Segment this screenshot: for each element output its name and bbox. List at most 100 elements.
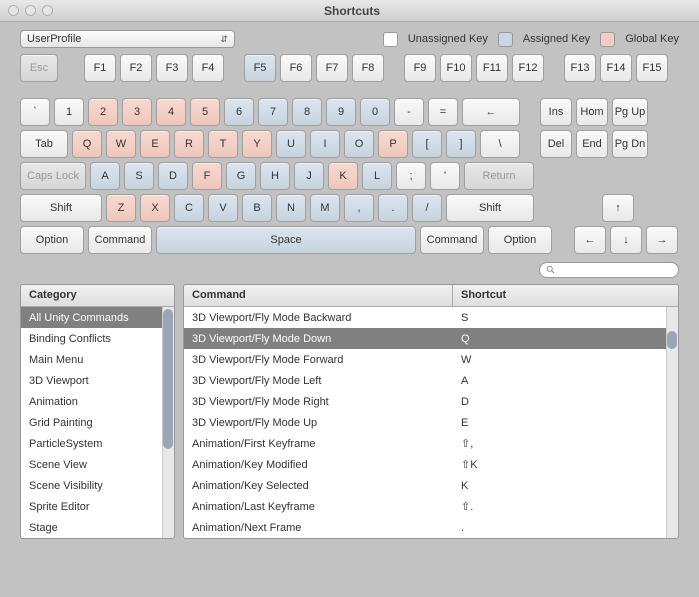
key-[interactable]: - (394, 98, 424, 126)
key-e[interactable]: E (140, 130, 170, 158)
key-m[interactable]: M (310, 194, 340, 222)
key-h[interactable]: H (260, 162, 290, 190)
category-item[interactable]: 3D Viewport (21, 370, 174, 391)
key-ins[interactable]: Ins (540, 98, 572, 126)
key-2[interactable]: 2 (88, 98, 118, 126)
command-list[interactable]: 3D Viewport/Fly Mode BackwardS3D Viewpor… (184, 307, 678, 538)
key-6[interactable]: 6 (224, 98, 254, 126)
key-3[interactable]: 3 (122, 98, 152, 126)
key-f15[interactable]: F15 (636, 54, 668, 82)
command-row[interactable]: Animation/Next Frame. (184, 517, 678, 538)
category-item[interactable]: ParticleSystem (21, 433, 174, 454)
key-f14[interactable]: F14 (600, 54, 632, 82)
key-option[interactable]: Option (488, 226, 552, 254)
key-q[interactable]: Q (72, 130, 102, 158)
key-s[interactable]: S (124, 162, 154, 190)
key-y[interactable]: Y (242, 130, 272, 158)
key-command[interactable]: Command (88, 226, 152, 254)
command-row[interactable]: 3D Viewport/Fly Mode LeftA (184, 370, 678, 391)
key-z[interactable]: Z (106, 194, 136, 222)
search-input[interactable] (539, 262, 679, 278)
key-d[interactable]: D (158, 162, 188, 190)
key-[interactable]: / (412, 194, 442, 222)
key-8[interactable]: 8 (292, 98, 322, 126)
key-[interactable]: ← (574, 226, 606, 254)
key-f11[interactable]: F11 (476, 54, 508, 82)
key-f5[interactable]: F5 (244, 54, 276, 82)
key-shift[interactable]: Shift (20, 194, 102, 222)
command-row[interactable]: Animation/Last Keyframe⇧. (184, 496, 678, 517)
key-[interactable]: → (646, 226, 678, 254)
scroll-thumb[interactable] (163, 309, 173, 449)
key-r[interactable]: R (174, 130, 204, 158)
key-f3[interactable]: F3 (156, 54, 188, 82)
key-n[interactable]: N (276, 194, 306, 222)
key-5[interactable]: 5 (190, 98, 220, 126)
key-f13[interactable]: F13 (564, 54, 596, 82)
command-row[interactable]: Animation/First Keyframe⇧, (184, 433, 678, 454)
command-row[interactable]: 3D Viewport/Fly Mode DownQ (184, 328, 678, 349)
key-f8[interactable]: F8 (352, 54, 384, 82)
key-w[interactable]: W (106, 130, 136, 158)
key-[interactable]: ↓ (610, 226, 642, 254)
key-[interactable]: = (428, 98, 458, 126)
key-j[interactable]: J (294, 162, 324, 190)
key-[interactable]: ' (430, 162, 460, 190)
key-a[interactable]: A (90, 162, 120, 190)
key-tab[interactable]: Tab (20, 130, 68, 158)
scrollbar[interactable] (666, 307, 678, 538)
key-f10[interactable]: F10 (440, 54, 472, 82)
category-item[interactable]: Binding Conflicts (21, 328, 174, 349)
key-f12[interactable]: F12 (512, 54, 544, 82)
key-f7[interactable]: F7 (316, 54, 348, 82)
key-g[interactable]: G (226, 162, 256, 190)
scrollbar[interactable] (162, 307, 174, 538)
command-row[interactable]: 3D Viewport/Fly Mode RightD (184, 391, 678, 412)
key-f6[interactable]: F6 (280, 54, 312, 82)
command-row[interactable]: Animation/Key Modified⇧K (184, 454, 678, 475)
key-b[interactable]: B (242, 194, 272, 222)
key-x[interactable]: X (140, 194, 170, 222)
command-row[interactable]: 3D Viewport/Fly Mode UpE (184, 412, 678, 433)
key-f1[interactable]: F1 (84, 54, 116, 82)
command-row[interactable]: 3D Viewport/Fly Mode BackwardS (184, 307, 678, 328)
key-[interactable]: ] (446, 130, 476, 158)
command-row[interactable]: Animation/Key SelectedK (184, 475, 678, 496)
key-hom[interactable]: Hom (576, 98, 608, 126)
key-esc[interactable]: Esc (20, 54, 58, 82)
key-return[interactable]: Return (464, 162, 534, 190)
category-item[interactable]: Main Menu (21, 349, 174, 370)
key-command[interactable]: Command (420, 226, 484, 254)
key-pgdn[interactable]: Pg Dn (612, 130, 648, 158)
minimize-button[interactable] (25, 5, 36, 16)
category-item[interactable]: Animation (21, 391, 174, 412)
close-button[interactable] (8, 5, 19, 16)
category-item[interactable]: Grid Painting (21, 412, 174, 433)
key-c[interactable]: C (174, 194, 204, 222)
key-pgup[interactable]: Pg Up (612, 98, 648, 126)
key-[interactable]: . (378, 194, 408, 222)
key-f2[interactable]: F2 (120, 54, 152, 82)
key-shift[interactable]: Shift (446, 194, 534, 222)
category-item[interactable]: Sprite Editor (21, 496, 174, 517)
key-space[interactable]: Space (156, 226, 416, 254)
key-p[interactable]: P (378, 130, 408, 158)
category-item[interactable]: All Unity Commands (21, 307, 174, 328)
key-1[interactable]: 1 (54, 98, 84, 126)
key-[interactable]: , (344, 194, 374, 222)
key-v[interactable]: V (208, 194, 238, 222)
key-option[interactable]: Option (20, 226, 84, 254)
key-[interactable]: ; (396, 162, 426, 190)
key-[interactable]: [ (412, 130, 442, 158)
key-k[interactable]: K (328, 162, 358, 190)
key-[interactable]: ` (20, 98, 50, 126)
zoom-button[interactable] (42, 5, 53, 16)
key-f4[interactable]: F4 (192, 54, 224, 82)
key-end[interactable]: End (576, 130, 608, 158)
key-[interactable]: \ (480, 130, 520, 158)
key-del[interactable]: Del (540, 130, 572, 158)
profile-dropdown[interactable]: UserProfile ⇵ (20, 30, 235, 48)
key-l[interactable]: L (362, 162, 392, 190)
key-7[interactable]: 7 (258, 98, 288, 126)
key-4[interactable]: 4 (156, 98, 186, 126)
